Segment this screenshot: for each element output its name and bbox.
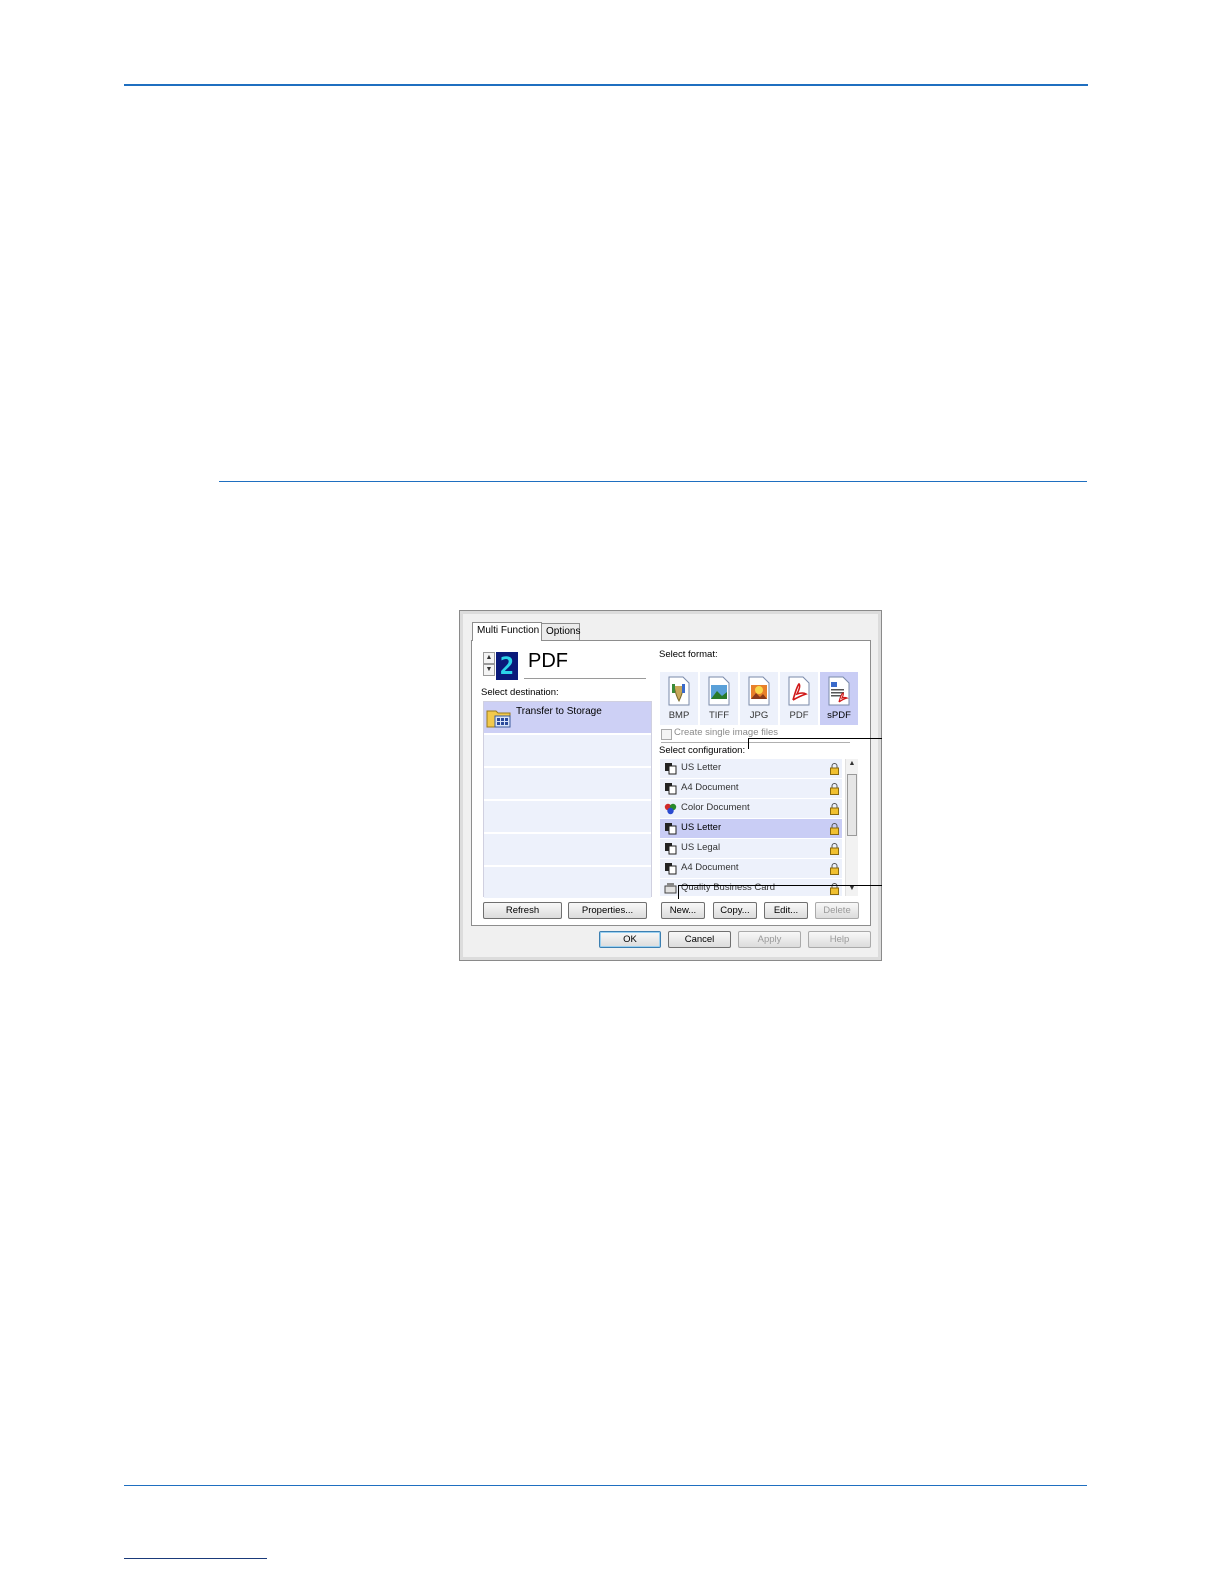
list-item[interactable] <box>484 834 651 867</box>
help-button[interactable]: Help <box>808 931 871 948</box>
format-label: JPG <box>749 710 769 721</box>
lock-icon <box>830 883 839 895</box>
list-item[interactable] <box>484 801 651 834</box>
spin-down-icon[interactable]: ▼ <box>483 664 495 676</box>
copy-button[interactable]: Copy... <box>713 902 757 919</box>
list-item[interactable]: Transfer to Storage <box>484 702 651 735</box>
spdf-file-icon <box>828 676 850 706</box>
bw-document-icon <box>665 843 677 855</box>
properties-button[interactable]: Properties... <box>568 902 647 919</box>
list-item[interactable]: US Letter <box>660 819 842 839</box>
select-configuration-label: Select configuration: <box>659 745 746 756</box>
create-single-image-checkbox[interactable] <box>661 729 672 740</box>
header-rule <box>124 84 1088 86</box>
refresh-button[interactable]: Refresh <box>483 902 562 919</box>
tab-panel: ▲ ▼ 2 PDF Select destination: Transfer t… <box>471 640 871 926</box>
create-single-image-label: Create single image files <box>674 727 779 738</box>
format-tiff[interactable]: TIFF <box>700 672 738 725</box>
select-destination-label: Select destination: <box>481 687 559 698</box>
configuration-label: US Letter <box>681 762 722 773</box>
tab-options[interactable]: Options <box>541 623 580 640</box>
profile-underline <box>524 678 646 679</box>
tab-multi-function[interactable]: Multi Function <box>472 622 542 641</box>
scan-properties-dialog: Multi Function Options ▲ ▼ 2 PDF Select … <box>459 610 882 961</box>
lock-icon <box>830 843 839 855</box>
list-item[interactable]: US Legal <box>660 839 842 859</box>
configuration-scrollbar[interactable]: ▲ ▼ <box>845 759 858 896</box>
lock-icon <box>830 823 839 835</box>
configuration-label: Quality Business Card <box>681 882 775 893</box>
format-label: sPDF <box>827 710 851 721</box>
bmp-file-icon <box>668 676 690 706</box>
callout-line <box>678 885 882 886</box>
spin-up-icon[interactable]: ▲ <box>483 652 495 664</box>
format-bmp[interactable]: BMP <box>660 672 698 725</box>
format-picker: BMP TIFF JPG PDF sPDF <box>660 672 860 725</box>
bw-document-icon <box>665 863 677 875</box>
format-label: TIFF <box>708 710 730 721</box>
list-item[interactable] <box>484 867 651 900</box>
delete-button[interactable]: Delete <box>815 902 859 919</box>
format-label: PDF <box>789 710 809 721</box>
configuration-list[interactable]: US Letter A4 Document Color Document US … <box>660 759 858 897</box>
configuration-label: A4 Document <box>681 862 739 873</box>
list-item[interactable]: US Letter <box>660 759 842 779</box>
lock-icon <box>830 783 839 795</box>
destination-label: Transfer to Storage <box>516 706 602 717</box>
scroll-up-icon[interactable]: ▲ <box>846 760 858 767</box>
format-spdf[interactable]: sPDF <box>820 672 858 725</box>
separator <box>661 742 850 743</box>
list-item[interactable]: A4 Document <box>660 859 842 879</box>
cancel-button[interactable]: Cancel <box>668 931 731 948</box>
footer-rule <box>124 1485 1087 1486</box>
new-button[interactable]: New... <box>661 902 705 919</box>
list-item[interactable]: Color Document <box>660 799 842 819</box>
callout-line <box>678 885 679 899</box>
format-jpg[interactable]: JPG <box>740 672 778 725</box>
destination-list[interactable]: Transfer to Storage <box>483 701 652 900</box>
pdf-file-icon <box>788 676 810 706</box>
lock-icon <box>830 763 839 775</box>
configuration-label: Color Document <box>681 802 750 813</box>
profile-spinner[interactable]: ▲ ▼ <box>483 652 495 678</box>
list-item[interactable] <box>484 768 651 801</box>
list-item[interactable] <box>484 735 651 768</box>
select-format-label: Select format: <box>659 649 718 660</box>
storage-folder-icon <box>486 710 511 728</box>
lock-icon <box>830 863 839 875</box>
list-item[interactable]: Quality Business Card <box>660 879 842 897</box>
configuration-label: US Legal <box>681 842 721 853</box>
profile-name: PDF <box>528 650 568 672</box>
apply-button[interactable]: Apply <box>738 931 801 948</box>
format-pdf[interactable]: PDF <box>780 672 818 725</box>
list-item[interactable]: A4 Document <box>660 779 842 799</box>
scroll-down-icon[interactable]: ▼ <box>846 885 858 892</box>
scrollbar-thumb[interactable] <box>847 774 857 836</box>
bw-document-icon <box>665 763 677 775</box>
ok-button[interactable]: OK <box>599 931 661 948</box>
configuration-label: US Letter <box>681 822 722 833</box>
section-rule <box>219 481 1087 482</box>
bw-document-icon <box>665 823 677 835</box>
business-card-icon <box>664 883 677 894</box>
configuration-label: A4 Document <box>681 782 739 793</box>
callout-line <box>748 738 882 739</box>
callout-line <box>748 738 749 749</box>
tiff-file-icon <box>708 676 730 706</box>
bw-document-icon <box>665 783 677 795</box>
format-label: BMP <box>668 710 690 721</box>
profile-number: 2 <box>496 652 518 680</box>
edit-button[interactable]: Edit... <box>764 902 808 919</box>
footer-link-underline <box>124 1558 267 1559</box>
jpg-file-icon <box>748 676 770 706</box>
color-document-icon <box>664 803 677 815</box>
lock-icon <box>830 803 839 815</box>
